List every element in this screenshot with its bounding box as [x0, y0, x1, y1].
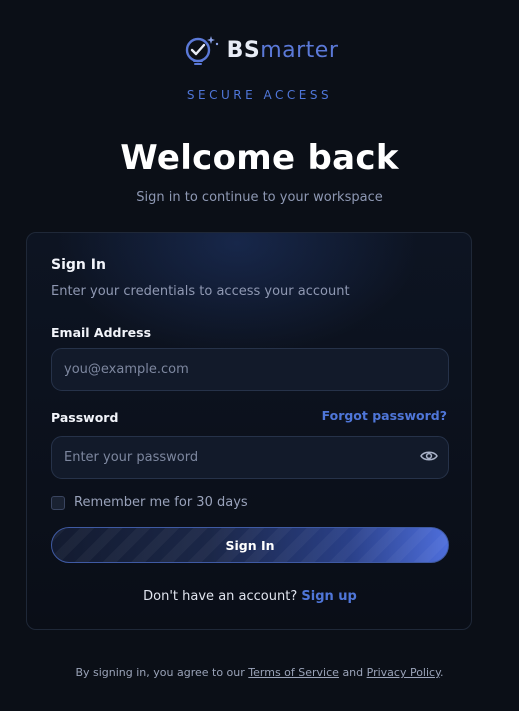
page-title: Welcome back — [120, 138, 399, 178]
signup-prompt: Don't have an account? — [143, 589, 298, 604]
brand-tagline: SECURE ACCESS — [186, 88, 333, 102]
card-description: Enter your credentials to access your ac… — [51, 284, 350, 299]
brand-name-light: marter — [260, 37, 339, 63]
brand-logo: BSmarter — [0, 30, 519, 70]
password-label: Password — [51, 410, 119, 425]
remember-label: Remember me for 30 days — [74, 495, 248, 510]
forgot-password-link[interactable]: Forgot password? — [322, 408, 447, 423]
sign-up-link[interactable]: Sign up — [301, 589, 356, 604]
sign-in-button[interactable]: Sign In — [51, 527, 449, 563]
eye-icon[interactable] — [419, 448, 439, 462]
remember-checkbox[interactable] — [51, 495, 65, 510]
page-subtitle: Sign in to continue to your workspace — [136, 190, 383, 205]
footer-suffix: . — [440, 666, 444, 679]
remember-me: Remember me for 30 days — [51, 495, 248, 510]
email-input[interactable] — [51, 348, 449, 391]
footer-and: and — [342, 666, 364, 679]
brand-name: BSmarter — [227, 38, 339, 63]
privacy-policy-link[interactable]: Privacy Policy — [367, 666, 440, 679]
email-label: Email Address — [51, 325, 152, 340]
legal-footer: By signing in, you agree to our Terms of… — [0, 666, 519, 679]
terms-of-service-link[interactable]: Terms of Service — [248, 666, 339, 679]
brand-name-bold: BS — [226, 37, 261, 63]
footer-prefix: By signing in, you agree to our — [75, 666, 245, 679]
signup-prompt-row: Don't have an account? Sign up — [27, 589, 473, 604]
password-input[interactable] — [51, 436, 449, 479]
card-title: Sign In — [51, 257, 106, 273]
lightbulb-check-icon — [181, 30, 221, 70]
sign-in-card: Sign In Enter your credentials to access… — [26, 232, 472, 630]
